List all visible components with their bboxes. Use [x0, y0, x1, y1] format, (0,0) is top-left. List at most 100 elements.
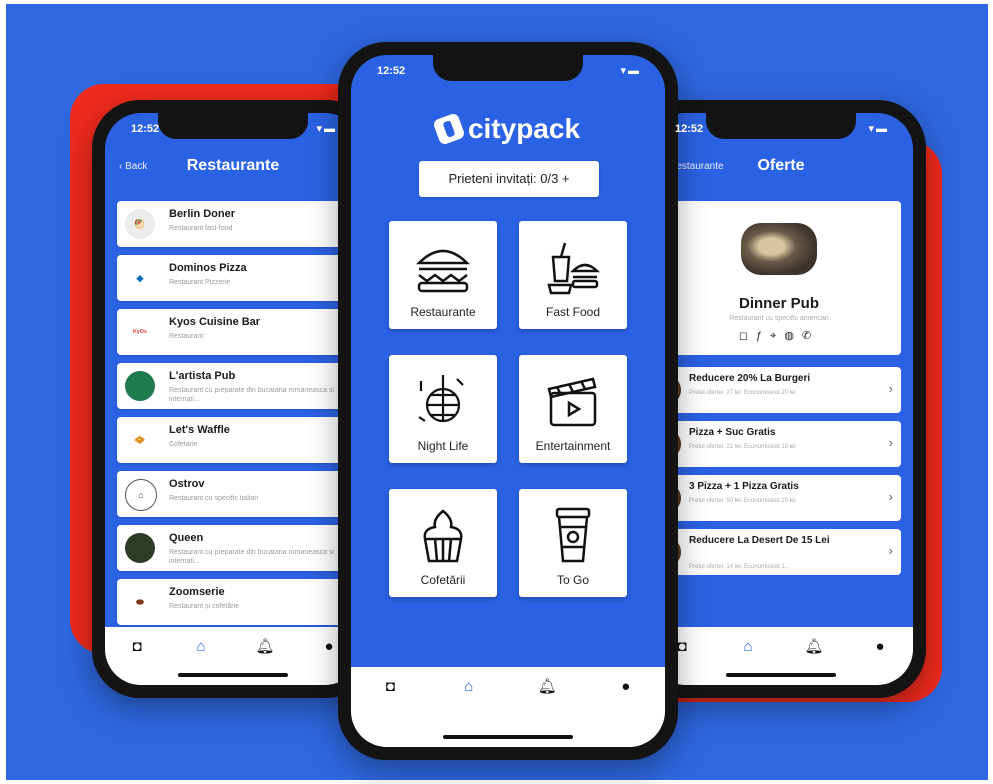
phone-restaurante: 12:52 ▾▬ ‹ Back Restaurante 🥙 Berlin Done…: [92, 100, 374, 698]
item-name: Berlin Doner: [169, 208, 236, 220]
item-subtitle: Restaurant cu preparate din bucataria ro…: [169, 549, 334, 565]
fast-food-icon: [547, 242, 601, 295]
list-item[interactable]: 🥙 Berlin Doner Restaurant fast-food: [117, 201, 361, 247]
home-indicator: [178, 673, 288, 677]
item-name: Dominos Pizza: [169, 262, 247, 274]
phone-oferte: 12:52 ▾▬ ‹ Restaurante Oferte Dinner Pub…: [636, 100, 926, 698]
instagram-icon[interactable]: ◻: [739, 330, 756, 342]
tile-label: Cofetării: [420, 573, 466, 587]
list-item[interactable]: ⬬ Zoomserie Restaurant și cofetărie: [117, 579, 361, 625]
pub-name: Dinner Pub: [738, 295, 819, 312]
list-item[interactable]: 🧇 Let's Waffle Cofetarie: [117, 417, 361, 463]
offer-item[interactable]: 3 Pizza + 1 Pizza Gratis Pretul ofertei: …: [651, 475, 901, 521]
chevron-right-icon: ›: [888, 381, 893, 396]
screen-home: 12:52 ▾▬ citypack Prieteni invitați: 0/3…: [351, 55, 665, 747]
globe-icon[interactable]: ◍: [784, 330, 802, 342]
item-subtitle: Cofetarie: [169, 441, 198, 448]
bell-tab-icon[interactable]: 🔔︎: [536, 675, 558, 697]
offer-subtitle: Pretul ofertei: 21 lei. Economisesti 10 …: [689, 444, 796, 450]
lartista-logo: [125, 371, 155, 401]
brand-logo: citypack: [351, 112, 665, 146]
home-tab-icon[interactable]: ⌂: [190, 635, 212, 657]
list-item[interactable]: L'artista Pub Restaurant cu preparate din…: [117, 363, 361, 409]
tile-cofetarii[interactable]: Cofetării: [389, 489, 497, 597]
location-icon[interactable]: ⌖: [770, 330, 784, 342]
queen-logo: [125, 533, 155, 563]
header: ‹ Back Restaurante: [105, 147, 361, 183]
list-item[interactable]: ᴷᵞᴼˢ Kyos Cuisine Bar Restaurant: [117, 309, 361, 355]
item-subtitle: Restaurant fast-food: [169, 225, 233, 232]
list-item[interactable]: Queen Restaurant cu preparate din bucatar…: [117, 525, 361, 571]
clapperboard-icon: [547, 377, 597, 427]
pub-photo: [741, 223, 817, 275]
header: ‹ Restaurante Oferte: [649, 147, 913, 183]
chevron-right-icon: ›: [888, 543, 893, 558]
page-title: Oferte: [757, 157, 805, 174]
phone-icon[interactable]: ✆: [802, 330, 819, 342]
tab-bar: ◘ ⌂ 🔔︎ ●: [351, 667, 665, 747]
offer-title: Reducere La Desert De 15 Lei: [689, 535, 830, 546]
offers-list: Reducere 20% La Burgeri Pretul ofertei: 2…: [651, 367, 901, 583]
camera-tab-icon[interactable]: ◘: [379, 675, 401, 697]
ostrov-logo: ⌂: [125, 479, 157, 511]
offer-item[interactable]: Reducere La Desert De 15 Lei Pretul ofert…: [651, 529, 901, 575]
profile-tab-icon[interactable]: ●: [869, 635, 891, 657]
item-name: Ostrov: [169, 478, 205, 490]
list-item[interactable]: ⌂ Ostrov Restaurant cu specific italian: [117, 471, 361, 517]
pub-card: Dinner Pub Restaurant cu specific americ…: [657, 201, 901, 355]
pub-social-icons: ◻ƒ⌖◍✆: [657, 329, 901, 343]
screen-restaurante: 12:52 ▾▬ ‹ Back Restaurante 🥙 Berlin Done…: [105, 113, 361, 685]
lets-waffle-logo: 🧇: [125, 425, 155, 455]
berlin-doner-logo: 🥙: [125, 209, 155, 239]
item-subtitle: Restaurant: [169, 333, 204, 340]
notch: [433, 55, 583, 81]
coffee-cup-icon: [555, 507, 591, 563]
profile-tab-icon[interactable]: ●: [615, 675, 637, 697]
profile-tab-icon[interactable]: ●: [318, 635, 340, 657]
chevron-right-icon: ›: [888, 489, 893, 504]
offer-subtitle: Pretul ofertei: 14 lei. Economisesti 1..…: [689, 564, 790, 570]
tile-entertainment[interactable]: Entertainment: [519, 355, 627, 463]
offer-title: 3 Pizza + 1 Pizza Gratis: [689, 481, 799, 492]
home-tab-icon[interactable]: ⌂: [458, 675, 480, 697]
tile-label: Night Life: [417, 439, 469, 453]
status-icons: ▾▬: [620, 65, 641, 77]
status-icons: ▾▬: [868, 123, 889, 135]
facebook-icon[interactable]: ƒ: [756, 330, 770, 342]
tile-restaurante[interactable]: Restaurante: [389, 221, 497, 329]
home-indicator: [726, 673, 836, 677]
tile-fast-food[interactable]: Fast Food: [519, 221, 627, 329]
invite-friends-button[interactable]: Prieteni invitați: 0/3 +: [419, 161, 599, 197]
list-item[interactable]: ◆ Dominos Pizza Restaurant Pizzerie: [117, 255, 361, 301]
offer-item[interactable]: Pizza + Suc Gratis Pretul ofertei: 21 lei…: [651, 421, 901, 467]
notch: [706, 113, 856, 139]
burger-icon: [415, 249, 471, 293]
dominos-logo: ◆: [125, 263, 155, 293]
tab-bar: ◘ ⌂ 🔔︎ ●: [649, 627, 913, 685]
item-name: Zoomserie: [169, 586, 225, 598]
restaurant-list: 🥙 Berlin Doner Restaurant fast-food ◆ Domin…: [117, 201, 361, 633]
offer-subtitle: Pretul ofertei: 27 lei. Economisesti 20 …: [689, 390, 796, 396]
item-name: Queen: [169, 532, 204, 544]
screen-oferte: 12:52 ▾▬ ‹ Restaurante Oferte Dinner Pub…: [649, 113, 913, 685]
item-subtitle: Restaurant cu preparate din bucataria ro…: [169, 387, 334, 403]
tile-to-go[interactable]: To Go: [519, 489, 627, 597]
offer-subtitle: Pretul ofertei: 50 lei. Economisesti 20 …: [689, 498, 796, 504]
citypack-logo-icon: [432, 112, 466, 146]
chevron-right-icon: ›: [888, 435, 893, 450]
phone-home: 12:52 ▾▬ citypack Prieteni invitați: 0/3…: [338, 42, 678, 760]
notch: [158, 113, 308, 139]
tile-night-life[interactable]: Night Life: [389, 355, 497, 463]
home-tab-icon[interactable]: ⌂: [737, 635, 759, 657]
offer-item[interactable]: Reducere 20% La Burgeri Pretul ofertei: 2…: [651, 367, 901, 413]
status-time: 12:52: [675, 123, 704, 135]
zoomserie-logo: ⬬: [125, 587, 155, 617]
offer-title: Pizza + Suc Gratis: [689, 427, 776, 438]
camera-tab-icon[interactable]: ◘: [126, 635, 148, 657]
tile-label: To Go: [556, 573, 589, 587]
item-name: Let's Waffle: [169, 424, 230, 436]
bell-tab-icon[interactable]: 🔔︎: [803, 635, 825, 657]
disco-ball-icon: [418, 375, 464, 423]
bell-tab-icon[interactable]: 🔔︎: [254, 635, 276, 657]
item-subtitle: Restaurant Pizzerie: [169, 279, 231, 286]
